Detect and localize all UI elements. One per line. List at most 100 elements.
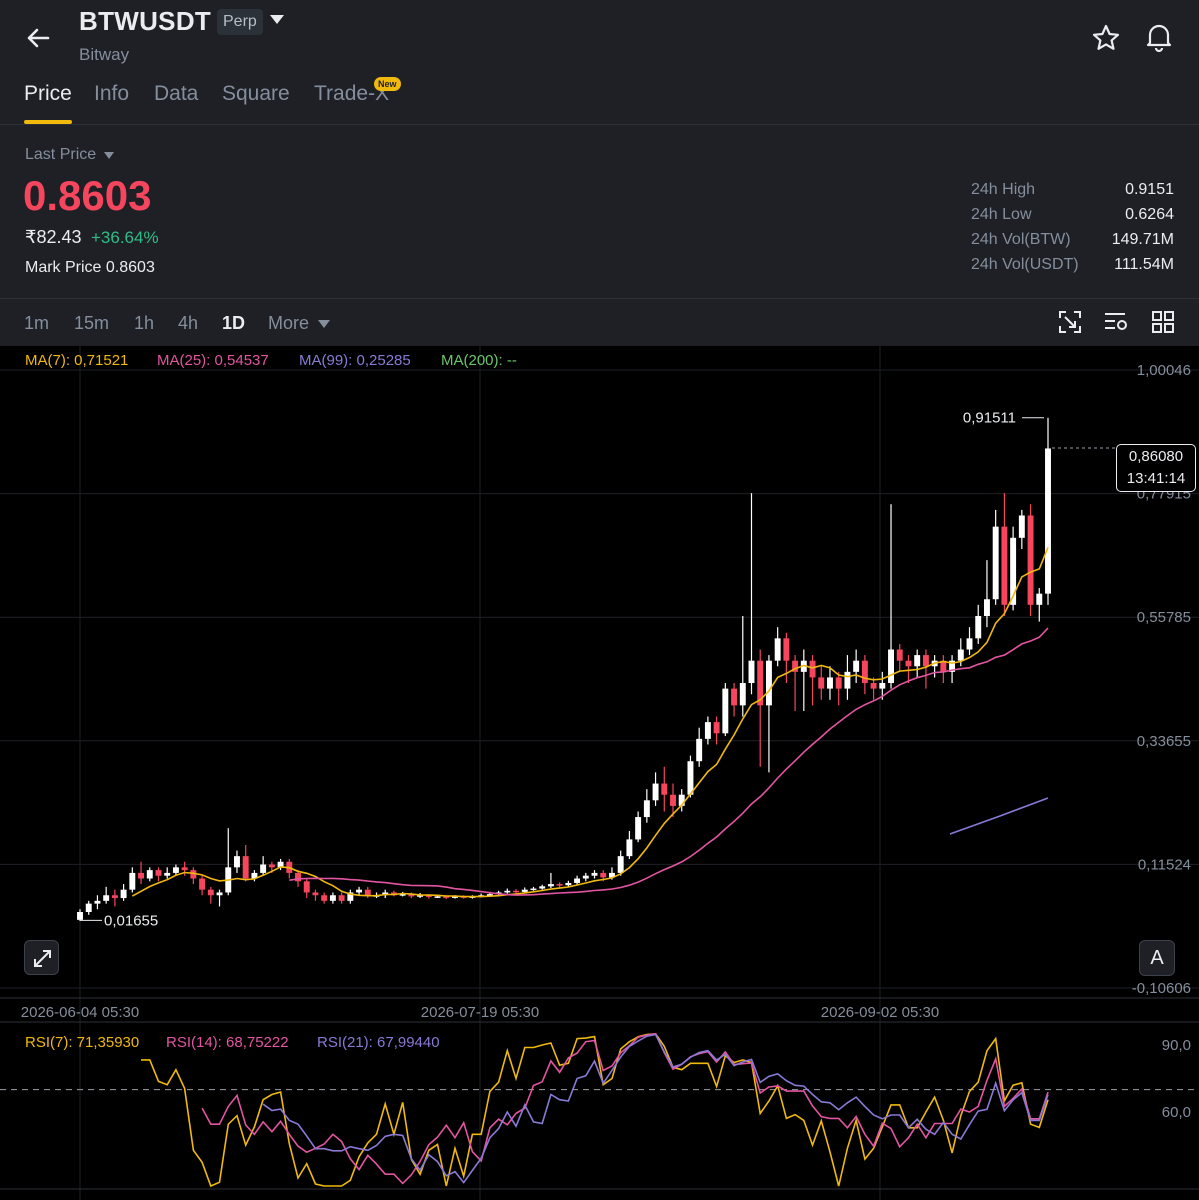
more-caret-icon[interactable] [318,320,330,328]
candle-body [983,599,990,617]
ma7-line [131,547,1049,898]
ma99-line [949,797,1049,835]
stat-label-24h-high: 24h High [971,181,1036,198]
candlestick-chart[interactable]: 1,000460,779150,557850,336550,11524-0,10… [0,346,1199,1200]
last-price-caret-icon[interactable] [104,152,114,159]
candle-body [547,884,554,887]
interval-more[interactable]: More [268,313,309,334]
interval-4h[interactable]: 4h [178,313,198,334]
candle-body [739,683,746,706]
candle-body [199,878,206,890]
candle-body [966,638,973,650]
candle-body [207,889,214,896]
candle-body [234,856,240,868]
interval-1d[interactable]: 1D [222,313,245,334]
candle-body [635,817,642,840]
layout-grid-icon[interactable] [1150,309,1176,335]
rsi21-legend: RSI(21): 67,99440 [317,1034,440,1051]
candle-body [513,890,520,893]
last-price-label[interactable]: Last Price [25,146,96,164]
candle-body [268,864,275,868]
tab-data[interactable]: Data [154,82,198,106]
candle-body [704,722,711,739]
interval-1m[interactable]: 1m [24,313,49,334]
rsi-axis-tick: 90,0 [1162,1037,1191,1054]
ma7-legend: MA(7): 0,71521 [25,352,129,369]
candle-body [670,794,676,806]
candle-body [295,872,301,882]
candle-body [861,660,868,684]
candle-body [870,683,877,689]
candle-body [687,761,694,795]
time-axis-tick: 2026-07-19 05:30 [421,1004,539,1021]
price-change-percent: +36.64% [91,228,159,247]
interval-toolbar: 1m 15m 1h 4h 1D More [0,298,1199,346]
candle-body [957,649,964,661]
last-price: 0.8603 [23,172,152,219]
exchange-name: Bitway [79,45,130,64]
candle-body [591,872,598,876]
rsi14-line [201,1032,1049,1185]
fullscreen-chart-icon[interactable] [1057,309,1083,335]
candle-body [914,655,921,667]
candle-body [879,683,886,689]
candle-body [774,638,781,661]
candle-body [748,660,755,684]
candle-body [434,896,441,898]
tab-info[interactable]: Info [94,82,129,106]
candle-body [364,889,371,896]
candle-body [164,872,171,876]
price-axis-tick: 0,33655 [1137,733,1191,750]
star-icon[interactable] [1090,22,1122,54]
price-axis-tick: 1,00046 [1137,362,1191,379]
candle-body [155,870,162,876]
candle-body [356,889,363,893]
candle-body [329,895,336,901]
candle-body [896,649,903,661]
pair-dropdown-caret-icon[interactable] [270,15,284,24]
interval-15m[interactable]: 15m [74,313,109,334]
rsi-axis-tick: 60,0 [1162,1104,1191,1121]
candle-body [818,677,825,689]
tab-price[interactable]: Price [24,82,72,106]
stat-value-24h-low: 0.6264 [1125,206,1174,223]
candle-body [835,677,842,689]
back-arrow-icon[interactable] [22,22,54,54]
ma200-legend: MA(200): -- [441,352,517,369]
auto-scale-button[interactable]: A [1139,940,1175,976]
candle-body [888,649,894,684]
candle-body [922,655,929,667]
expand-chart-button[interactable] [24,940,59,975]
candle-body [138,872,145,879]
divider [0,124,1199,125]
mark-price: Mark Price 0.8603 [25,259,155,276]
candle-body [643,800,650,818]
candle-body [521,889,528,892]
indicator-settings-icon[interactable] [1103,309,1129,335]
rsi7-legend: RSI(7): 71,35930 [25,1034,140,1051]
candle-body [713,722,720,734]
candle-body [992,526,999,600]
bell-icon[interactable] [1143,21,1175,53]
candle-body [321,895,328,901]
candle-body [600,872,607,878]
header [0,0,1199,298]
tab-square[interactable]: Square [222,82,290,106]
candle-body [722,688,729,734]
candle-body [1027,515,1034,605]
candle-body [172,867,179,873]
candle-body [111,895,118,899]
candle-body [216,892,223,896]
candle-body [85,903,92,913]
time-axis-tick: 2026-09-02 05:30 [821,1004,939,1021]
interval-1h[interactable]: 1h [134,313,154,334]
fiat-price: ₹82.43 [25,227,82,247]
candle-body [129,872,136,890]
low-annotation: 0,01655 [104,912,158,929]
new-badge: New [374,77,401,91]
candle-body [181,867,188,871]
candle-body [626,839,633,857]
pair-title[interactable]: BTWUSDT [79,6,211,37]
candle-body [556,884,563,886]
candle-body [1045,448,1051,594]
